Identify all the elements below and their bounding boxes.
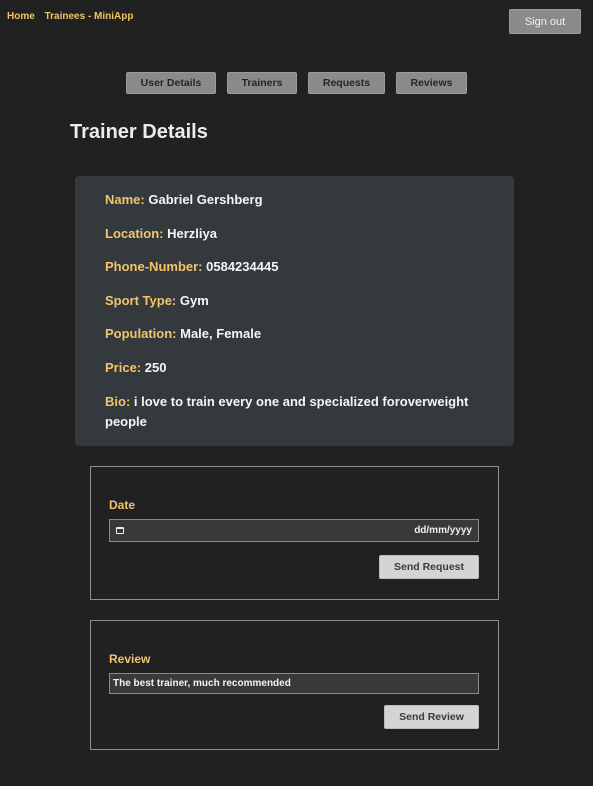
home-link[interactable]: Home (7, 11, 35, 22)
sport-label: Sport Type: (105, 292, 177, 308)
app-link[interactable]: Trainees - MiniApp (45, 11, 134, 22)
tab-reviews[interactable]: Reviews (396, 72, 467, 94)
tab-trainers[interactable]: Trainers (227, 72, 297, 94)
tab-bar: User Details Trainers Requests Reviews (0, 72, 593, 94)
top-nav: Home Trainees - MiniApp (7, 11, 140, 22)
population-value: Male, Female (180, 326, 262, 341)
sport-value: Gym (179, 292, 209, 308)
request-form: Date dd/mm/yyyy Send Request (90, 466, 499, 600)
date-label: Date (109, 498, 136, 512)
phone-value: 0584234445 (206, 259, 279, 274)
location-value: Herzliya (167, 225, 217, 241)
name-label: Name: (105, 192, 145, 207)
name-value: Gabriel Gershberg (148, 192, 263, 207)
detail-name: Name: Gabriel Gershberg (105, 192, 484, 209)
review-input[interactable] (109, 673, 479, 694)
sign-out-button[interactable]: Sign out (509, 9, 581, 34)
price-label: Price: (105, 359, 142, 375)
send-request-button[interactable]: Send Request (379, 555, 479, 579)
trainer-details-card: Name: Gabriel Gershberg Location: Herzli… (75, 176, 514, 446)
calendar-icon[interactable] (116, 527, 124, 534)
phone-label: Phone-Number: (105, 259, 203, 274)
tab-user-details[interactable]: User Details (126, 72, 216, 94)
detail-bio: Bio: i love to train every one and speci… (105, 392, 484, 432)
bio-value: i love to train every one and specialize… (105, 394, 469, 429)
send-review-button[interactable]: Send Review (384, 705, 479, 729)
detail-population: Population: Male, Female (105, 326, 484, 343)
detail-phone: Phone-Number: 0584234445 (105, 259, 484, 276)
review-form: Review Send Review (90, 620, 499, 750)
detail-sport: Sport Type: Gym (105, 293, 484, 310)
bio-label: Bio: (105, 394, 131, 409)
date-input[interactable]: dd/mm/yyyy (109, 519, 479, 542)
trainer-details-page: Home Trainees - MiniApp Sign out User De… (0, 0, 593, 786)
date-placeholder: dd/mm/yyyy (414, 525, 472, 536)
detail-location: Location: Herzliya (105, 226, 484, 243)
price-value: 250 (144, 359, 167, 375)
tab-requests[interactable]: Requests (308, 72, 385, 94)
location-label: Location: (105, 225, 164, 241)
page-title: Trainer Details (70, 121, 208, 143)
population-label: Population: (105, 326, 177, 341)
detail-price: Price: 250 (105, 360, 484, 377)
review-label: Review (109, 652, 151, 666)
